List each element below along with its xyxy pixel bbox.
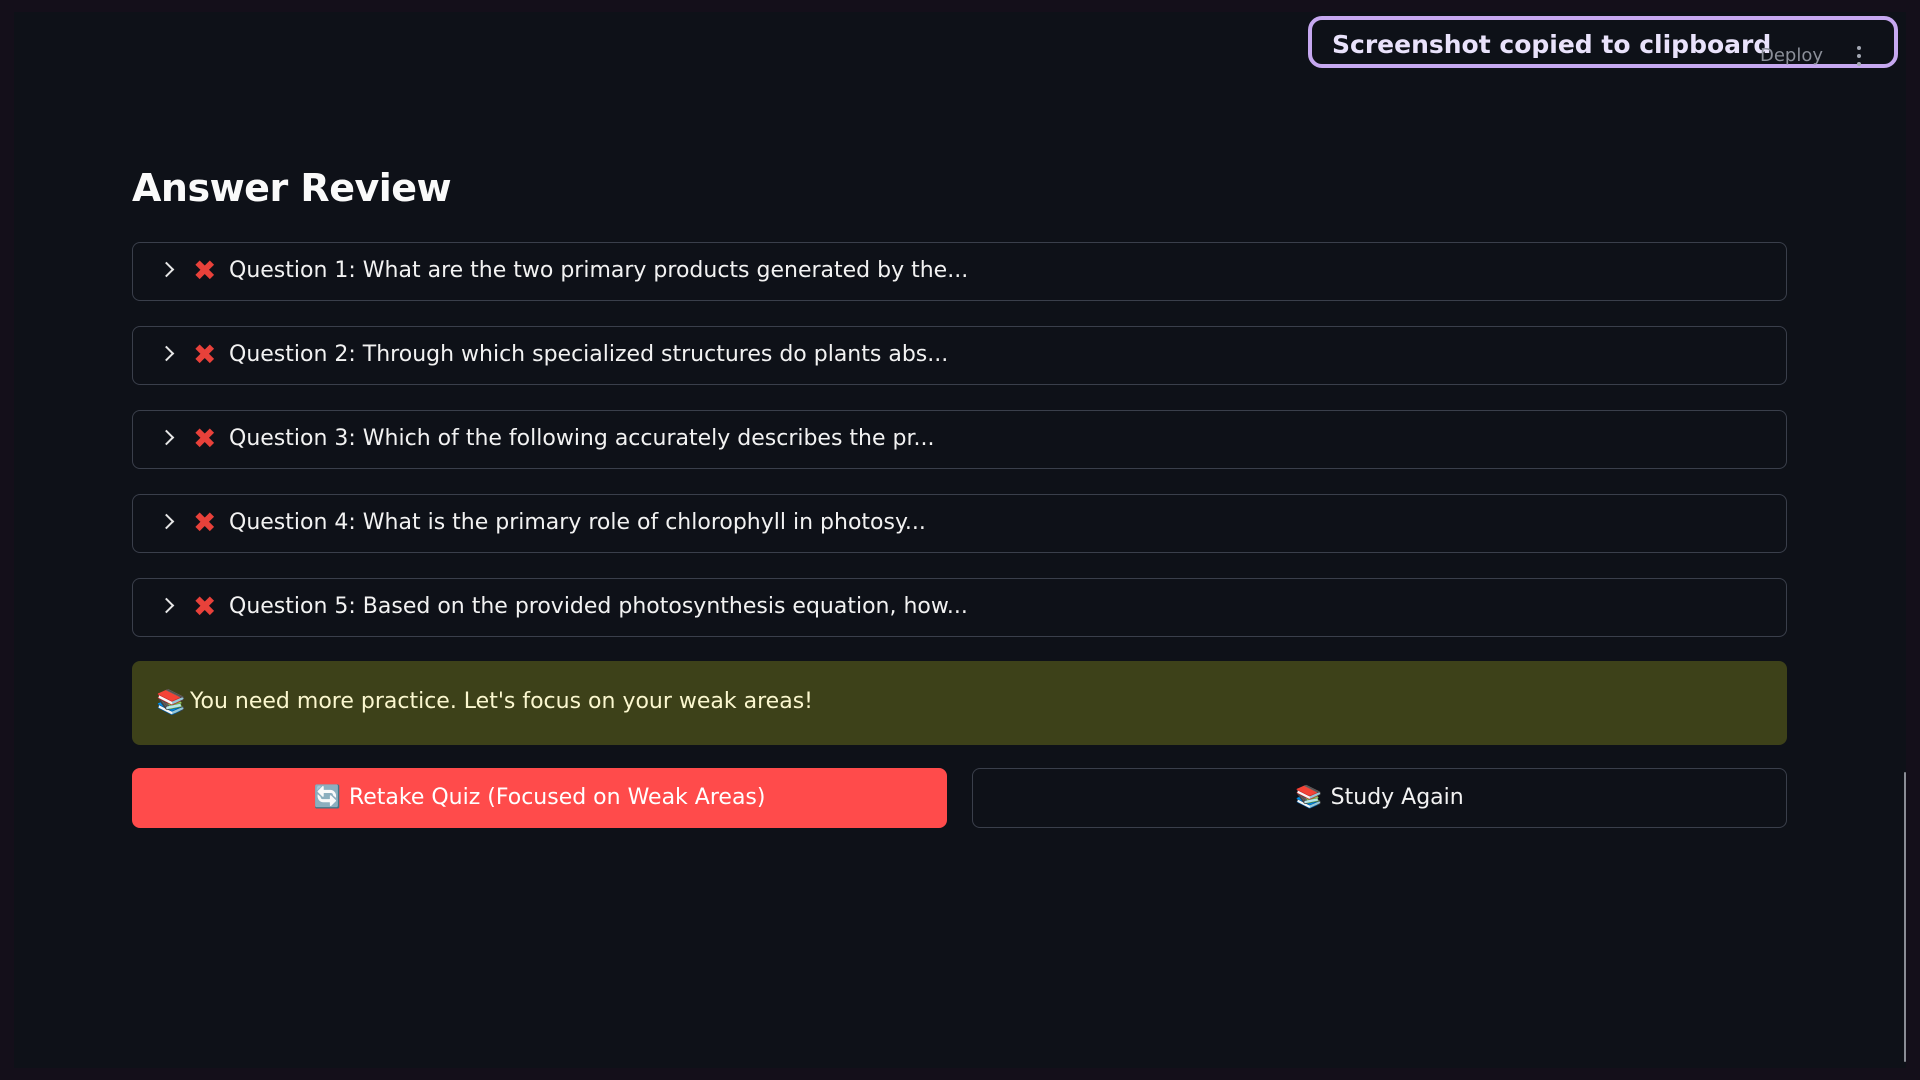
- question-label: Question 1: What are the two primary pro…: [229, 258, 969, 283]
- chevron-right-icon: [158, 513, 175, 530]
- page-title: Answer Review: [132, 166, 452, 210]
- question-expander-3[interactable]: ✖ Question 3: Which of the following acc…: [132, 410, 1787, 469]
- toast-message: Screenshot copied to clipboard: [1332, 30, 1772, 59]
- question-label: Question 4: What is the primary role of …: [229, 510, 926, 535]
- feedback-warning: 📚 You need more practice. Let's focus on…: [132, 661, 1787, 745]
- books-icon: 📚: [1295, 785, 1323, 810]
- question-expander-2[interactable]: ✖ Question 2: Through which specialized …: [132, 326, 1787, 385]
- more-vertical-icon[interactable]: [1856, 46, 1862, 68]
- question-expander-1[interactable]: ✖ Question 1: What are the two primary p…: [132, 242, 1787, 301]
- question-label: Question 3: Which of the following accur…: [229, 426, 935, 451]
- chevron-right-icon: [158, 261, 175, 278]
- books-icon: 📚: [156, 688, 186, 716]
- cross-mark-icon: ✖: [193, 422, 217, 455]
- study-again-label: Study Again: [1330, 785, 1464, 810]
- question-expander-4[interactable]: ✖ Question 4: What is the primary role o…: [132, 494, 1787, 553]
- retake-quiz-button[interactable]: 🔄 Retake Quiz (Focused on Weak Areas): [132, 768, 947, 828]
- study-again-button[interactable]: 📚 Study Again: [972, 768, 1787, 828]
- chevron-right-icon: [158, 429, 175, 446]
- app-container: Screenshot copied to clipboard Deploy An…: [14, 12, 1906, 1068]
- question-label: Question 5: Based on the provided photos…: [229, 594, 968, 619]
- retake-quiz-label: Retake Quiz (Focused on Weak Areas): [348, 785, 766, 810]
- cross-mark-icon: ✖: [193, 590, 217, 623]
- cross-mark-icon: ✖: [193, 254, 217, 287]
- chevron-right-icon: [158, 597, 175, 614]
- scrollbar[interactable]: [1904, 772, 1906, 1062]
- question-expander-5[interactable]: ✖ Question 5: Based on the provided phot…: [132, 578, 1787, 637]
- cross-mark-icon: ✖: [193, 338, 217, 371]
- deploy-button[interactable]: Deploy: [1760, 45, 1823, 66]
- feedback-message: You need more practice. Let's focus on y…: [190, 689, 813, 714]
- refresh-icon: 🔄: [313, 785, 341, 810]
- cross-mark-icon: ✖: [193, 506, 217, 539]
- question-label: Question 2: Through which specialized st…: [229, 342, 949, 367]
- chevron-right-icon: [158, 345, 175, 362]
